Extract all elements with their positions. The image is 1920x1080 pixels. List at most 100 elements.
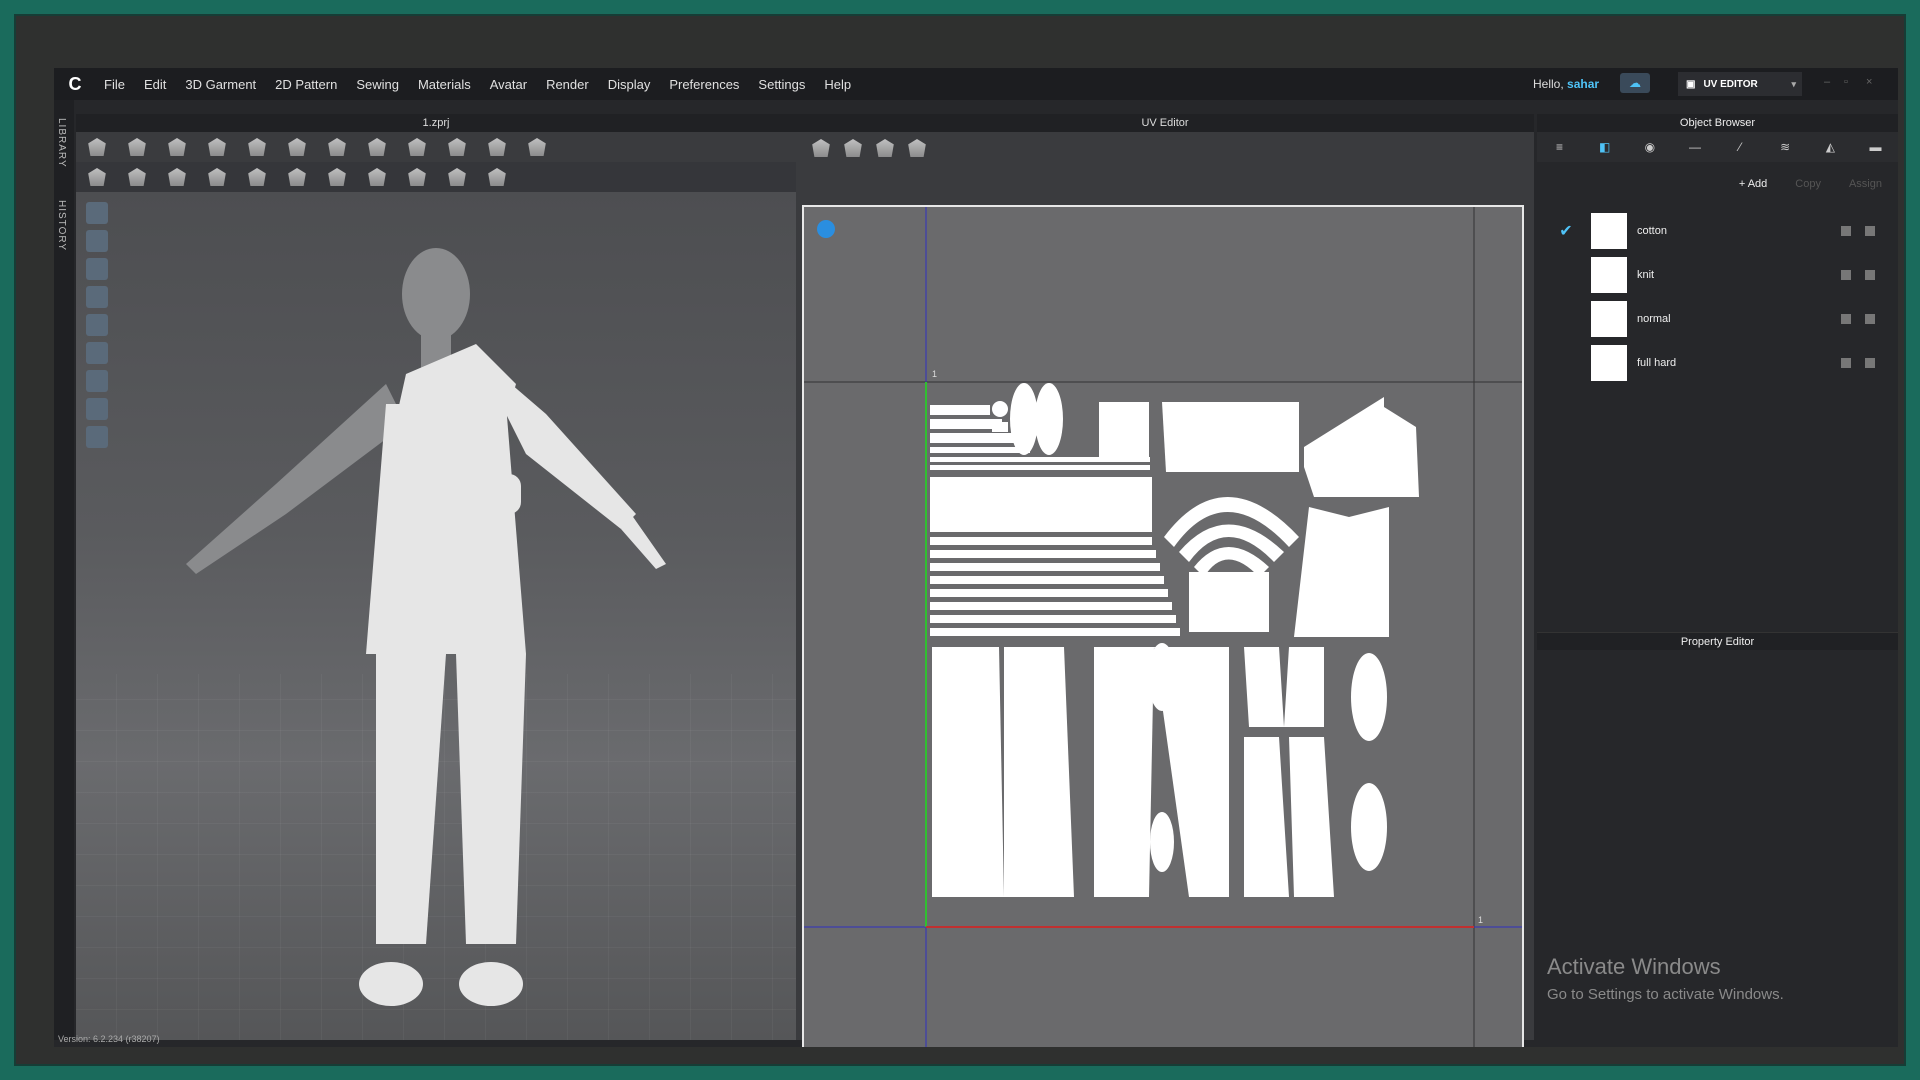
tack-tool-icon[interactable] [328, 138, 346, 156]
copy-button[interactable]: Copy [1795, 178, 1821, 190]
freesew-tool-icon[interactable] [168, 168, 186, 186]
texture-tool-icon[interactable] [408, 168, 426, 186]
fabric-swatch [1591, 301, 1627, 337]
uv-axis-label-top: 1 [932, 369, 937, 379]
3d-viewport[interactable]: 1.zprj [76, 114, 796, 1040]
mode-selector[interactable]: ▣ UV EDITOR ▾ [1678, 72, 1802, 96]
steam-tool-icon[interactable] [448, 138, 466, 156]
view-garment-icon[interactable] [86, 202, 108, 224]
menu-render[interactable]: Render [546, 77, 589, 92]
tab-history[interactable]: HISTORY [56, 200, 67, 251]
view-fabric-icon[interactable] [86, 342, 108, 364]
right-panel: Object Browser ≡ ◧ ◉ — ⁄ ≋ ◭ ▬ + Add Cop… [1537, 114, 1898, 1040]
avatar-figure[interactable] [156, 224, 716, 1034]
viewport-title: 1.zprj [76, 114, 796, 132]
view-avatar-icon[interactable] [86, 286, 108, 308]
puckering-icon[interactable]: ≋ [1776, 141, 1794, 153]
fabric-delete-icon[interactable] [1865, 314, 1875, 324]
view-sphere-icon[interactable] [86, 426, 108, 448]
minimize-icon[interactable]: – [1824, 76, 1830, 88]
uv-axis-label-right: 1 [1478, 915, 1483, 925]
topstitch-icon[interactable]: ⁄ [1731, 141, 1749, 153]
cloud-icon[interactable]: ☁ [1620, 73, 1650, 93]
assign-button[interactable]: Assign [1849, 178, 1882, 190]
uv-toolbar [796, 132, 1534, 164]
fabric-item[interactable]: full hard [1551, 342, 1891, 384]
uv-move-icon[interactable] [876, 139, 894, 157]
uv-canvas[interactable]: 1 1 [802, 205, 1524, 1047]
menu-avatar[interactable]: Avatar [490, 77, 527, 92]
fabric-item[interactable]: knit [1551, 254, 1891, 296]
list-icon[interactable]: ≡ [1551, 141, 1569, 153]
segment-tool-icon[interactable] [128, 168, 146, 186]
trim-tool-icon[interactable] [288, 168, 306, 186]
view-shirt-icon[interactable] [86, 258, 108, 280]
zipper-tool-icon[interactable] [248, 168, 266, 186]
menu-bar: C File Edit 3D Garment 2D Pattern Sewing… [54, 68, 1898, 100]
user-name[interactable]: sahar [1567, 77, 1599, 91]
menu-3d-garment[interactable]: 3D Garment [185, 77, 256, 92]
chevron-down-icon: ▾ [1791, 78, 1796, 89]
select-tool-icon[interactable] [88, 138, 106, 156]
close-icon[interactable]: × [1866, 76, 1872, 88]
uv-scale-icon[interactable] [908, 139, 926, 157]
uv-arrange-icon[interactable] [844, 139, 862, 157]
pin-tool-icon[interactable] [288, 138, 306, 156]
topstitch-tool-icon[interactable] [368, 168, 386, 186]
move-tool-icon[interactable] [128, 138, 146, 156]
fabric-edit-icon[interactable] [1841, 226, 1851, 236]
fold-tool-icon[interactable] [248, 138, 266, 156]
fabric-edit-icon[interactable] [1841, 314, 1851, 324]
view-pen-icon[interactable] [86, 370, 108, 392]
menu-2d-pattern[interactable]: 2D Pattern [275, 77, 337, 92]
menu-settings[interactable]: Settings [758, 77, 805, 92]
transform-tool-icon[interactable] [168, 138, 186, 156]
add-button[interactable]: + Add [1739, 178, 1767, 190]
tab-library[interactable]: LIBRARY [56, 118, 67, 168]
trim-icon[interactable]: ◭ [1821, 141, 1839, 153]
check-icon: ✔ [1559, 223, 1573, 240]
fabric-edit-icon[interactable] [1841, 270, 1851, 280]
brush-tool-icon[interactable] [408, 138, 426, 156]
garment-tool-icon[interactable] [208, 138, 226, 156]
measure-tool-icon[interactable] [368, 138, 386, 156]
fabric-edit-icon[interactable] [1841, 358, 1851, 368]
layer-tool-icon[interactable] [528, 138, 546, 156]
button-icon[interactable]: ◉ [1641, 141, 1659, 153]
menu-display[interactable]: Display [608, 77, 651, 92]
watermark-line-2: Go to Settings to activate Windows. [1547, 986, 1784, 1003]
puckering-tool-icon[interactable] [328, 168, 346, 186]
shirt-tool-icon[interactable] [488, 138, 506, 156]
fabric-icon[interactable]: ◧ [1596, 141, 1614, 153]
fabric-delete-icon[interactable] [1865, 358, 1875, 368]
menu-file[interactable]: File [104, 77, 125, 92]
fabric-item[interactable]: normal [1551, 298, 1891, 340]
uv-snapshot-icon[interactable] [812, 139, 830, 157]
uv-editor-mode-icon: ▣ [1686, 78, 1696, 90]
sew-tool-icon[interactable] [88, 168, 106, 186]
menu-sewing[interactable]: Sewing [356, 77, 399, 92]
view-pattern-icon[interactable] [86, 230, 108, 252]
arrange-tool-icon[interactable] [488, 168, 506, 186]
property-editor-title: Property Editor [1537, 632, 1898, 650]
menu-materials[interactable]: Materials [418, 77, 471, 92]
uv-layout: 1 1 [804, 207, 1522, 1047]
app-logo-icon[interactable]: C [60, 69, 90, 99]
3d-toolbar-row-2 [76, 162, 796, 192]
user-greeting: Hello, sahar [1533, 77, 1599, 91]
object-browser-title: Object Browser [1537, 114, 1898, 132]
button-tool-icon[interactable] [208, 168, 226, 186]
side-tab-strip: LIBRARY HISTORY [54, 100, 74, 1040]
menu-help[interactable]: Help [824, 77, 851, 92]
menu-edit[interactable]: Edit [144, 77, 166, 92]
menu-preferences[interactable]: Preferences [669, 77, 739, 92]
view-person-icon[interactable] [86, 314, 108, 336]
buttonhole-icon[interactable]: — [1686, 141, 1704, 153]
graphic-tool-icon[interactable] [448, 168, 466, 186]
fabric-delete-icon[interactable] [1865, 226, 1875, 236]
measure-icon[interactable]: ▬ [1866, 141, 1884, 153]
fabric-delete-icon[interactable] [1865, 270, 1875, 280]
restore-icon[interactable]: ▫ [1844, 76, 1848, 88]
view-skin-icon[interactable] [86, 398, 108, 420]
fabric-item[interactable]: ✔ cotton [1551, 210, 1891, 252]
